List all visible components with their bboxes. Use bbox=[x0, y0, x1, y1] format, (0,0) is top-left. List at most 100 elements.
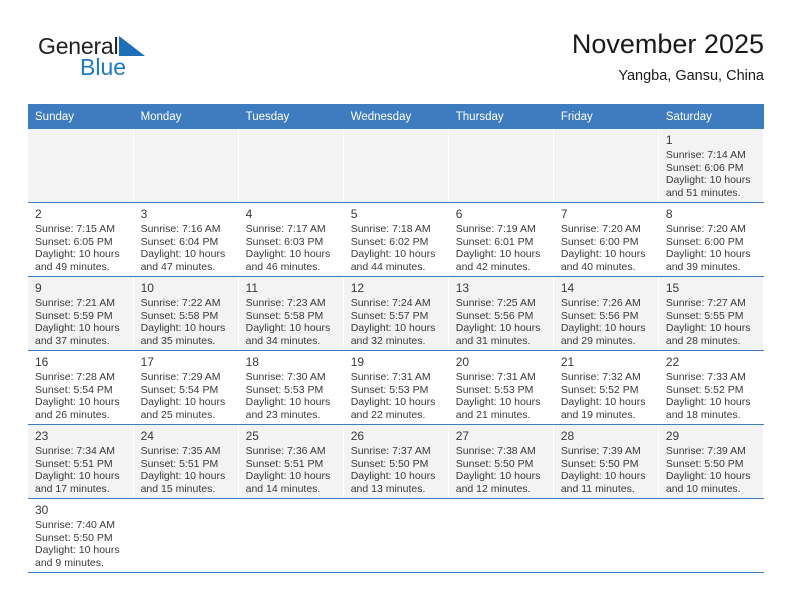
day-number: 5 bbox=[350, 207, 358, 221]
calendar-day-cell[interactable]: 11 Sunrise: 7:23 AM Sunset: 5:58 PM Dayligh… bbox=[238, 276, 344, 351]
day-cell-inner: 3 Sunrise: 7:16 AM Sunset: 6:04 PM Daylight… bbox=[134, 203, 238, 276]
daylight-text-line1: Daylight: 10 hours bbox=[560, 396, 646, 409]
sunrise-text: Sunrise: 7:24 AM bbox=[350, 297, 431, 309]
calendar-cell-empty bbox=[238, 498, 344, 573]
daylight-text-line2: and 26 minutes. bbox=[35, 408, 110, 421]
sunset-text: Sunset: 6:06 PM bbox=[665, 161, 744, 174]
calendar-day-cell[interactable]: 2 Sunrise: 7:15 AM Sunset: 6:05 PM Daylight… bbox=[28, 202, 134, 277]
day-details: Sunrise: 7:35 AM Sunset: 5:51 PM Daylight:… bbox=[141, 445, 238, 495]
sunset-text: Sunset: 5:51 PM bbox=[140, 457, 219, 470]
calendar-day-cell[interactable]: 21 Sunrise: 7:32 AM Sunset: 5:52 PM Dayligh… bbox=[553, 350, 659, 425]
sunrise-text: Sunrise: 7:31 AM bbox=[455, 371, 536, 383]
day-cell-inner: 2 Sunrise: 7:15 AM Sunset: 6:05 PM Daylight… bbox=[28, 203, 133, 276]
calendar-day-cell[interactable]: 7 Sunrise: 7:20 AM Sunset: 6:00 PM Daylight… bbox=[553, 202, 659, 277]
day-cell-inner: 20 Sunrise: 7:31 AM Sunset: 5:53 PM Dayligh… bbox=[449, 351, 553, 424]
calendar-cell-empty bbox=[448, 129, 554, 203]
sunset-text: Sunset: 6:05 PM bbox=[35, 235, 113, 248]
day-number: 24 bbox=[140, 429, 154, 443]
sunset-text: Sunset: 5:50 PM bbox=[455, 457, 534, 470]
calendar-day-cell[interactable]: 9 Sunrise: 7:21 AM Sunset: 5:59 PM Daylight… bbox=[28, 276, 134, 351]
calendar-day-cell[interactable]: 19 Sunrise: 7:31 AM Sunset: 5:53 PM Dayligh… bbox=[343, 350, 449, 425]
day-details: Sunrise: 7:14 AM Sunset: 6:06 PM Daylight:… bbox=[666, 149, 763, 199]
sunrise-text: Sunrise: 7:39 AM bbox=[560, 445, 641, 457]
daylight-text-line1: Daylight: 10 hours bbox=[140, 248, 226, 261]
calendar-day-cell[interactable]: 23 Sunrise: 7:34 AM Sunset: 5:51 PM Dayligh… bbox=[28, 424, 134, 499]
sunset-text: Sunset: 5:50 PM bbox=[560, 457, 639, 470]
daylight-text-line1: Daylight: 10 hours bbox=[350, 322, 436, 335]
calendar-day-cell[interactable]: 24 Sunrise: 7:35 AM Sunset: 5:51 PM Dayligh… bbox=[133, 424, 239, 499]
day-cell-inner: 23 Sunrise: 7:34 AM Sunset: 5:51 PM Dayligh… bbox=[28, 425, 133, 498]
day-number: 21 bbox=[560, 355, 575, 369]
day-number: 19 bbox=[350, 355, 365, 369]
calendar-day-cell[interactable]: 27 Sunrise: 7:38 AM Sunset: 5:50 PM Dayligh… bbox=[448, 424, 554, 499]
daylight-text-line2: and 11 minutes. bbox=[560, 482, 635, 495]
day-number: 8 bbox=[665, 207, 673, 221]
calendar-day-cell[interactable]: 30 Sunrise: 7:40 AM Sunset: 5:50 PM Dayligh… bbox=[28, 498, 134, 573]
calendar-day-cell[interactable]: 29 Sunrise: 7:39 AM Sunset: 5:50 PM Dayligh… bbox=[658, 424, 765, 499]
daylight-text-line1: Daylight: 10 hours bbox=[35, 248, 120, 261]
day-cell-inner bbox=[134, 129, 238, 202]
brand-logo[interactable]: General Blue bbox=[38, 33, 258, 89]
day-number: 13 bbox=[455, 281, 470, 295]
calendar-day-cell[interactable]: 28 Sunrise: 7:39 AM Sunset: 5:50 PM Dayligh… bbox=[553, 424, 659, 499]
calendar-day-cell[interactable]: 1 Sunrise: 7:14 AM Sunset: 6:06 PM Daylight… bbox=[658, 129, 765, 203]
day-cell-inner bbox=[449, 129, 553, 202]
weekday-header-tuesday: Tuesday bbox=[238, 104, 344, 129]
day-number: 7 bbox=[560, 207, 568, 221]
triangle-icon bbox=[119, 36, 146, 65]
calendar-day-cell[interactable]: 6 Sunrise: 7:19 AM Sunset: 6:01 PM Daylight… bbox=[448, 202, 554, 277]
daylight-text-line2: and 12 minutes. bbox=[455, 482, 531, 495]
calendar-day-cell[interactable]: 14 Sunrise: 7:26 AM Sunset: 5:56 PM Dayligh… bbox=[553, 276, 659, 351]
weekday-header-sunday: Sunday bbox=[28, 104, 134, 129]
sunrise-text: Sunrise: 7:18 AM bbox=[350, 223, 431, 235]
day-number: 22 bbox=[665, 355, 680, 369]
day-cell-inner: 27 Sunrise: 7:38 AM Sunset: 5:50 PM Dayligh… bbox=[449, 425, 553, 498]
calendar-day-cell[interactable]: 10 Sunrise: 7:22 AM Sunset: 5:58 PM Dayligh… bbox=[133, 276, 239, 351]
day-cell-inner: 11 Sunrise: 7:23 AM Sunset: 5:58 PM Dayligh… bbox=[239, 277, 343, 350]
daylight-text-line1: Daylight: 10 hours bbox=[35, 544, 120, 557]
day-cell-inner bbox=[134, 499, 238, 572]
day-cell-inner: 25 Sunrise: 7:36 AM Sunset: 5:51 PM Dayligh… bbox=[239, 425, 343, 498]
day-cell-inner: 13 Sunrise: 7:25 AM Sunset: 5:56 PM Dayligh… bbox=[449, 277, 553, 350]
calendar-day-cell[interactable]: 12 Sunrise: 7:24 AM Sunset: 5:57 PM Dayligh… bbox=[343, 276, 449, 351]
calendar-day-cell[interactable]: 5 Sunrise: 7:18 AM Sunset: 6:02 PM Daylight… bbox=[343, 202, 449, 277]
daylight-text-line1: Daylight: 10 hours bbox=[665, 248, 751, 261]
day-cell-inner: 12 Sunrise: 7:24 AM Sunset: 5:57 PM Dayligh… bbox=[344, 277, 448, 350]
sunset-text: Sunset: 5:50 PM bbox=[665, 457, 744, 470]
daylight-text-line2: and 37 minutes. bbox=[35, 334, 110, 347]
sunrise-text: Sunrise: 7:31 AM bbox=[350, 371, 431, 383]
calendar-day-cell[interactable]: 20 Sunrise: 7:31 AM Sunset: 5:53 PM Dayligh… bbox=[448, 350, 554, 425]
daylight-text-line1: Daylight: 10 hours bbox=[245, 248, 331, 261]
sunrise-text: Sunrise: 7:19 AM bbox=[455, 223, 536, 235]
calendar-day-cell[interactable]: 18 Sunrise: 7:30 AM Sunset: 5:53 PM Dayligh… bbox=[238, 350, 344, 425]
day-details: Sunrise: 7:18 AM Sunset: 6:02 PM Daylight:… bbox=[351, 223, 448, 273]
calendar-day-cell[interactable]: 26 Sunrise: 7:37 AM Sunset: 5:50 PM Dayligh… bbox=[343, 424, 449, 499]
daylight-text-line2: and 51 minutes. bbox=[665, 186, 741, 199]
sunrise-text: Sunrise: 7:16 AM bbox=[140, 223, 221, 235]
sunrise-text: Sunrise: 7:20 AM bbox=[665, 223, 746, 235]
calendar-day-cell[interactable]: 8 Sunrise: 7:20 AM Sunset: 6:00 PM Daylight… bbox=[658, 202, 765, 277]
day-cell-inner: 6 Sunrise: 7:19 AM Sunset: 6:01 PM Daylight… bbox=[449, 203, 553, 276]
calendar-day-cell[interactable]: 15 Sunrise: 7:27 AM Sunset: 5:55 PM Dayligh… bbox=[658, 276, 765, 351]
daylight-text-line2: and 17 minutes. bbox=[35, 482, 110, 495]
daylight-text-line2: and 14 minutes. bbox=[245, 482, 321, 495]
day-number: 18 bbox=[245, 355, 259, 369]
calendar-week-row: 30 Sunrise: 7:40 AM Sunset: 5:50 PM Dayligh… bbox=[28, 498, 765, 573]
daylight-text-line2: and 23 minutes. bbox=[245, 408, 321, 421]
weekday-header-friday: Friday bbox=[553, 104, 659, 129]
calendar-day-cell[interactable]: 17 Sunrise: 7:29 AM Sunset: 5:54 PM Dayligh… bbox=[133, 350, 239, 425]
calendar-day-cell[interactable]: 22 Sunrise: 7:33 AM Sunset: 5:52 PM Dayligh… bbox=[658, 350, 765, 425]
calendar-day-cell[interactable]: 4 Sunrise: 7:17 AM Sunset: 6:03 PM Daylight… bbox=[238, 202, 344, 277]
sunset-text: Sunset: 5:52 PM bbox=[665, 383, 744, 396]
daylight-text-line1: Daylight: 10 hours bbox=[560, 248, 646, 261]
calendar-day-cell[interactable]: 25 Sunrise: 7:36 AM Sunset: 5:51 PM Dayligh… bbox=[238, 424, 344, 499]
day-details: Sunrise: 7:37 AM Sunset: 5:50 PM Daylight:… bbox=[351, 445, 448, 495]
day-details: Sunrise: 7:39 AM Sunset: 5:50 PM Daylight:… bbox=[666, 445, 763, 495]
day-cell-inner bbox=[659, 499, 763, 572]
day-cell-inner: 26 Sunrise: 7:37 AM Sunset: 5:50 PM Dayligh… bbox=[344, 425, 448, 498]
calendar-day-cell[interactable]: 13 Sunrise: 7:25 AM Sunset: 5:56 PM Dayligh… bbox=[448, 276, 554, 351]
day-cell-inner: 28 Sunrise: 7:39 AM Sunset: 5:50 PM Dayligh… bbox=[554, 425, 658, 498]
calendar-day-cell[interactable]: 3 Sunrise: 7:16 AM Sunset: 6:04 PM Daylight… bbox=[133, 202, 239, 277]
brand-name-general: General bbox=[38, 33, 119, 59]
calendar-day-cell[interactable]: 16 Sunrise: 7:28 AM Sunset: 5:54 PM Dayligh… bbox=[28, 350, 134, 425]
